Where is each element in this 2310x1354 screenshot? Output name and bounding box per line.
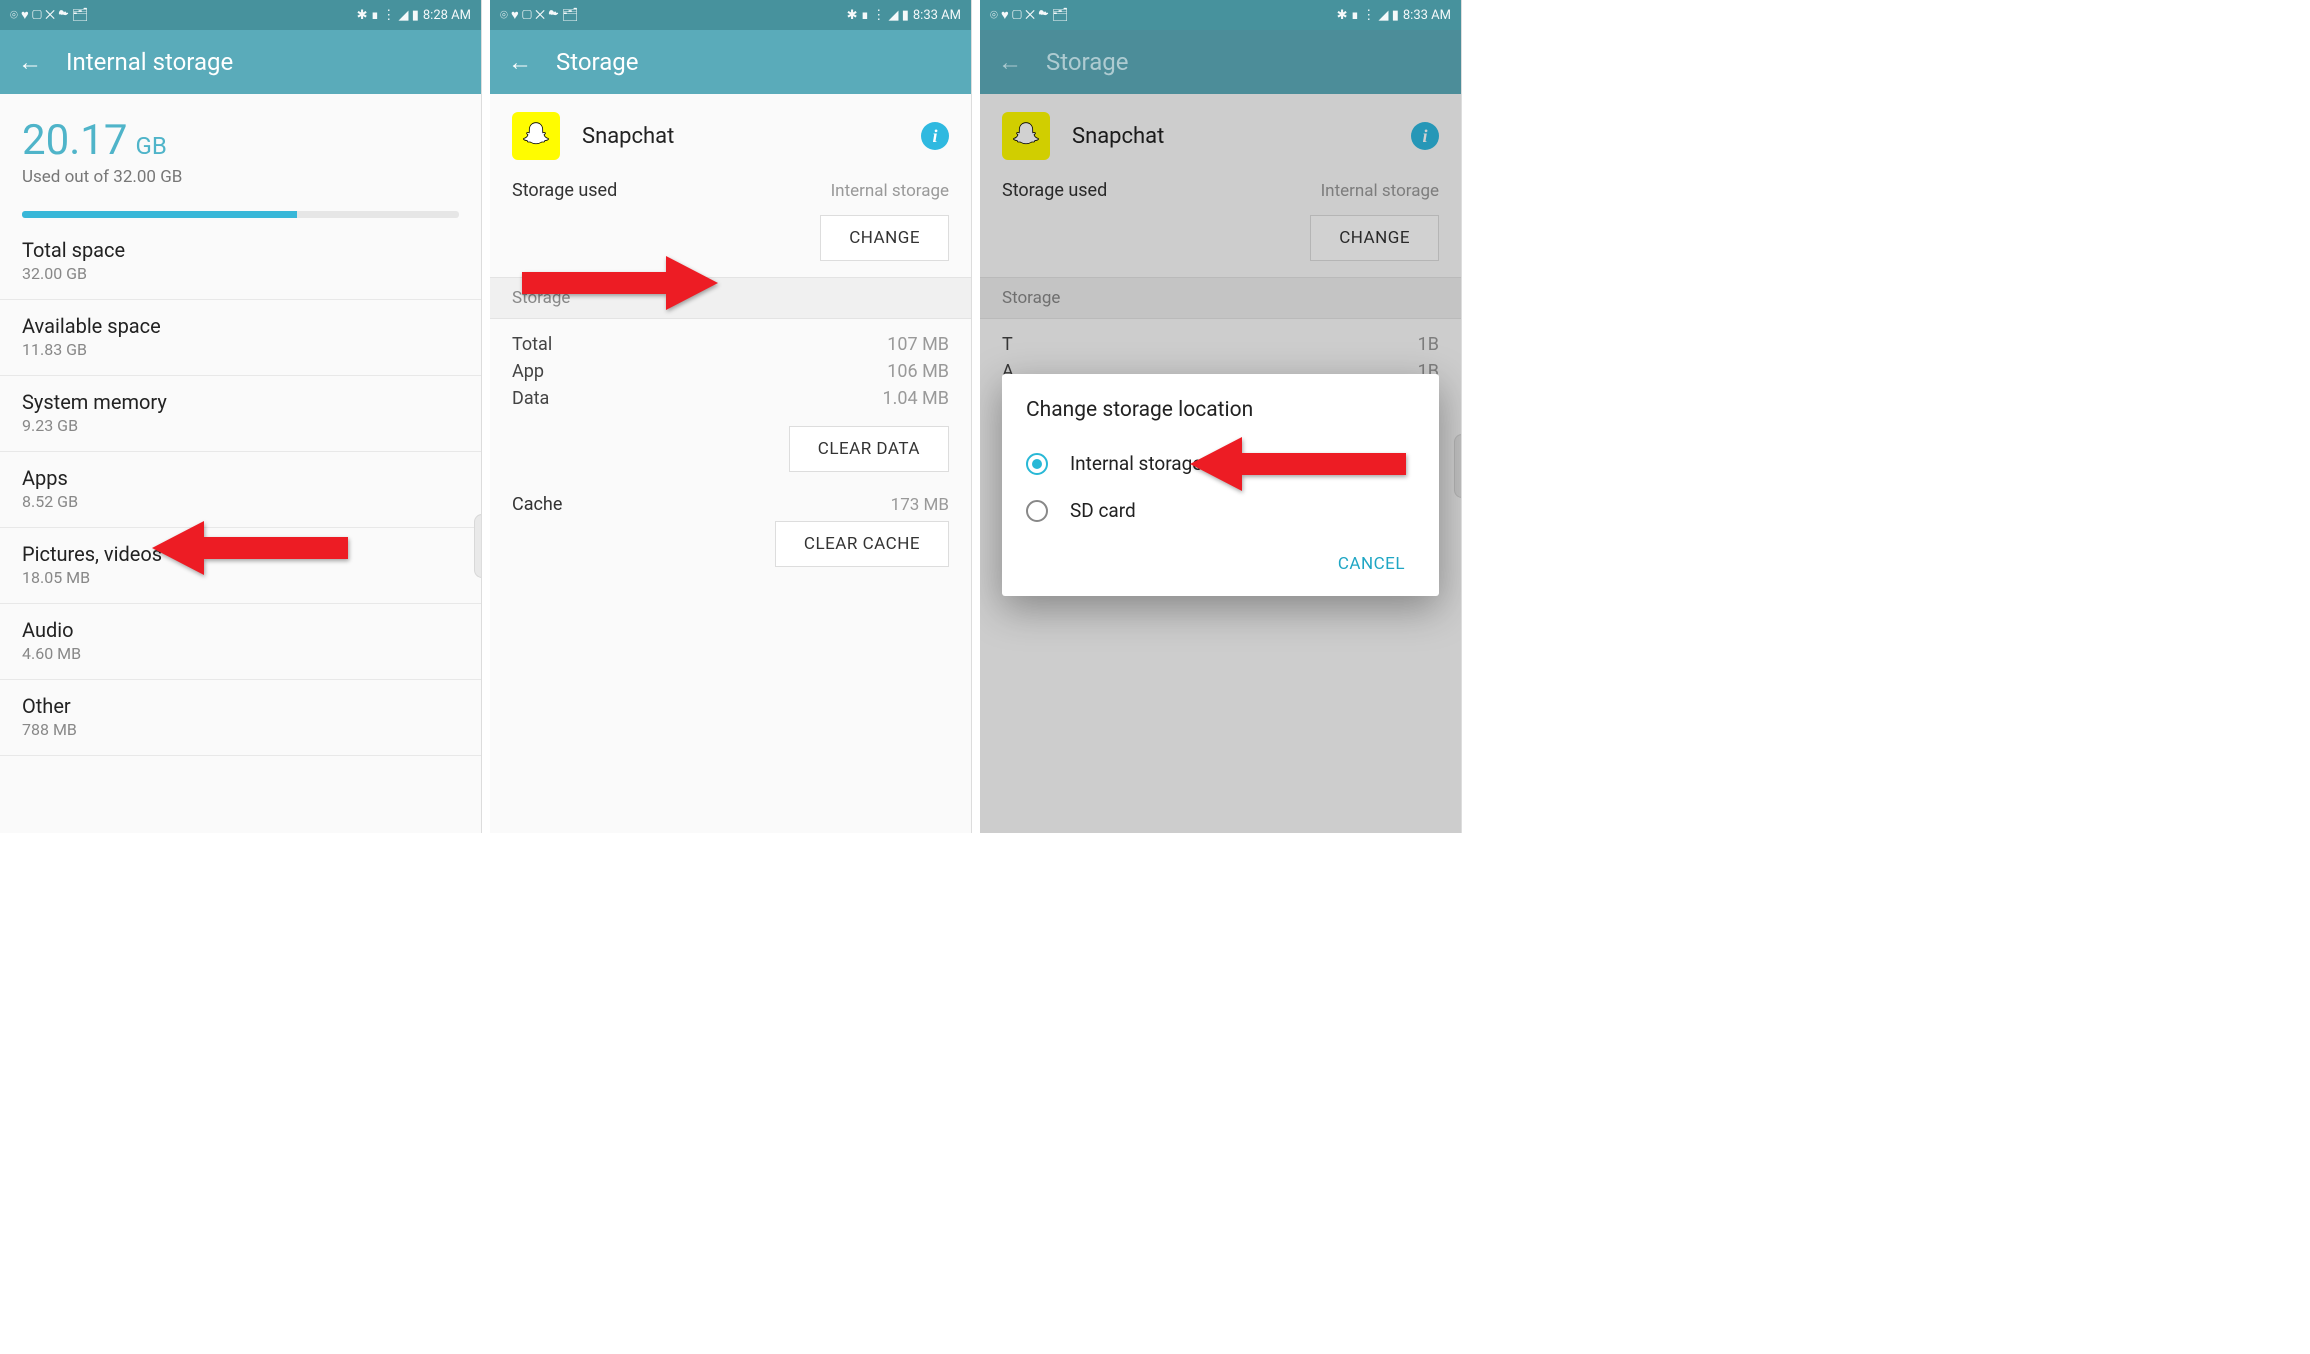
used-unit: GB <box>136 132 167 160</box>
content: Snapchat i Storage used Internal storage… <box>490 94 971 833</box>
status-left-icons: ⌾ ♥ ▢ ✕ ☁ 🗂 <box>10 7 88 23</box>
app-bar: ← Storage <box>490 30 971 94</box>
app-bar: ← Internal storage <box>0 30 481 94</box>
status-right-icons: ✱ ∎ ⋮ ◢ ▮ <box>357 8 419 23</box>
status-right-icons: ✱ ∎ ⋮ ◢ ▮ <box>847 8 909 23</box>
dialog-title: Change storage location <box>1026 398 1415 422</box>
data-value: 1.04 MB <box>883 388 950 409</box>
storage-used-value: Internal storage <box>831 181 949 201</box>
content: Snapchat i Storage used Internal storage… <box>980 94 1461 833</box>
page-title: Storage <box>1046 48 1128 76</box>
row-label: Available space <box>22 314 459 338</box>
row-label: Total space <box>22 238 459 262</box>
status-bar: ⌾ ♥ ▢ ✕ ☁ 🗂 ✱ ∎ ⋮ ◢ ▮ 8:28 AM <box>0 0 481 30</box>
option-internal-storage[interactable]: Internal storage <box>1026 440 1415 487</box>
content: 20.17 GB Used out of 32.00 GB Total spac… <box>0 94 481 833</box>
cache-label: Cache <box>512 494 562 515</box>
status-right-icons: ✱ ∎ ⋮ ◢ ▮ <box>1337 8 1399 23</box>
screen-change-dialog: ⌾ ♥ ▢ ✕ ☁ 🗂 ✱ ∎ ⋮ ◢ ▮ 8:33 AM ← Storage S… <box>980 0 1462 833</box>
app-header: Snapchat i <box>490 94 971 170</box>
section-storage: Storage <box>490 277 971 319</box>
scroll-indicator[interactable] <box>474 514 481 578</box>
status-time: 8:33 AM <box>913 8 961 23</box>
storage-used-label: Storage used <box>512 180 617 201</box>
row-label: Apps <box>22 466 459 490</box>
used-value: 20.17 <box>22 116 128 165</box>
cancel-button[interactable]: CANCEL <box>1328 542 1415 586</box>
total-label: Total <box>512 334 552 355</box>
usage-progress-bar <box>22 211 297 218</box>
screen-app-storage: ⌾ ♥ ▢ ✕ ☁ 🗂 ✱ ∎ ⋮ ◢ ▮ 8:33 AM ← Storage S… <box>490 0 972 833</box>
total-value: 107 MB <box>887 334 949 355</box>
row-other[interactable]: Other 788 MB <box>0 680 481 756</box>
row-label: Pictures, videos <box>22 542 459 566</box>
back-icon[interactable]: ← <box>508 48 532 77</box>
back-icon[interactable]: ← <box>18 48 42 77</box>
row-label: Other <box>22 694 459 718</box>
change-button[interactable]: CHANGE <box>820 215 949 261</box>
row-audio[interactable]: Audio 4.60 MB <box>0 604 481 680</box>
usage-progress <box>22 211 459 218</box>
row-apps[interactable]: Apps 8.52 GB <box>0 452 481 528</box>
row-available-space[interactable]: Available space 11.83 GB <box>0 300 481 376</box>
row-value: 4.60 MB <box>22 644 459 663</box>
snapchat-icon <box>512 112 560 160</box>
row-value: 32.00 GB <box>22 264 459 283</box>
clear-cache-button[interactable]: CLEAR CACHE <box>775 521 949 567</box>
row-value: 8.52 GB <box>22 492 459 511</box>
page-title: Internal storage <box>66 48 233 76</box>
storage-used-row: Storage used Internal storage <box>490 170 971 215</box>
app-label: App <box>512 361 544 382</box>
clear-data-button[interactable]: CLEAR DATA <box>789 426 949 472</box>
used-subtext: Used out of 32.00 GB <box>22 167 459 187</box>
page-title: Storage <box>556 48 638 76</box>
back-icon: ← <box>998 48 1022 77</box>
change-storage-dialog: Change storage location Internal storage… <box>1002 374 1439 596</box>
row-value: 11.83 GB <box>22 340 459 359</box>
row-value: 788 MB <box>22 720 459 739</box>
row-total-space[interactable]: Total space 32.00 GB <box>0 224 481 300</box>
used-summary: 20.17 GB Used out of 32.00 GB <box>0 94 481 195</box>
app-name: Snapchat <box>582 124 899 149</box>
status-time: 8:28 AM <box>423 8 471 23</box>
option-label: SD card <box>1070 499 1136 522</box>
app-bar: ← Storage <box>980 30 1461 94</box>
cache-row: Cache 173 MB <box>490 488 971 521</box>
screen-internal-storage: ⌾ ♥ ▢ ✕ ☁ 🗂 ✱ ∎ ⋮ ◢ ▮ 8:28 AM ← Internal … <box>0 0 482 833</box>
info-icon[interactable]: i <box>921 122 949 150</box>
data-label: Data <box>512 388 549 409</box>
status-time: 8:33 AM <box>1403 8 1451 23</box>
status-bar: ⌾ ♥ ▢ ✕ ☁ 🗂 ✱ ∎ ⋮ ◢ ▮ 8:33 AM <box>980 0 1461 30</box>
row-pictures-videos[interactable]: Pictures, videos 18.05 MB <box>0 528 481 604</box>
status-left-icons: ⌾ ♥ ▢ ✕ ☁ 🗂 <box>500 7 578 23</box>
status-left-icons: ⌾ ♥ ▢ ✕ ☁ 🗂 <box>990 7 1068 23</box>
row-label: Audio <box>22 618 459 642</box>
app-value: 106 MB <box>887 361 949 382</box>
row-value: 9.23 GB <box>22 416 459 435</box>
row-value: 18.05 MB <box>22 568 459 587</box>
radio-icon <box>1026 500 1048 522</box>
status-bar: ⌾ ♥ ▢ ✕ ☁ 🗂 ✱ ∎ ⋮ ◢ ▮ 8:33 AM <box>490 0 971 30</box>
row-system-memory[interactable]: System memory 9.23 GB <box>0 376 481 452</box>
cache-value: 173 MB <box>891 495 949 515</box>
radio-icon <box>1026 453 1048 475</box>
option-label: Internal storage <box>1070 452 1202 475</box>
option-sd-card[interactable]: SD card <box>1026 487 1415 534</box>
storage-details: Total 107 MB App 106 MB Data 1.04 MB <box>490 319 971 426</box>
row-label: System memory <box>22 390 459 414</box>
